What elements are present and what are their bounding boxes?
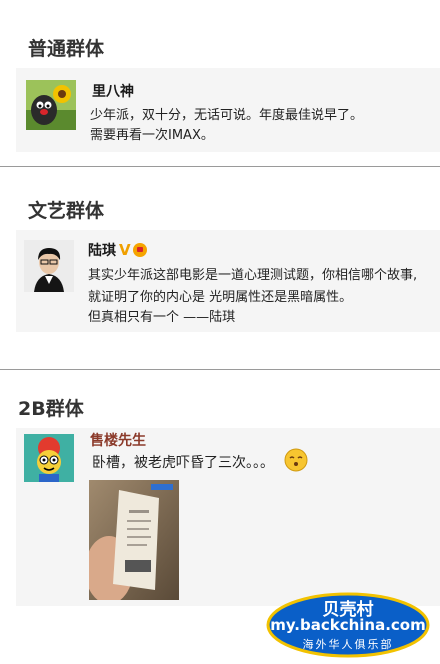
mole-cartoon-image — [26, 80, 76, 130]
receipt-photo-image — [89, 480, 179, 600]
verified-v-icon: V — [119, 241, 131, 259]
cartoon-face-image — [24, 434, 74, 482]
post-text-line: 其实少年派这部电影是一道心理测试题，你相信哪个故事, — [88, 268, 418, 283]
author-name[interactable]: 里八神 — [92, 81, 134, 101]
section-title-normal: 普通群体 — [28, 38, 105, 60]
post-card-2b: 售楼先生 卧槽，被老虎吓昏了三次。。。 — [16, 428, 440, 606]
section-title-2b: 2B群体 — [18, 398, 84, 420]
author-name[interactable]: 售楼先生 — [90, 430, 146, 450]
post-text-line: 但真相只有一个 ——陆琪 — [88, 310, 236, 325]
shy-face-icon — [284, 448, 308, 472]
crown-badge-icon — [132, 243, 147, 257]
section-title-literary: 文艺群体 — [28, 200, 105, 222]
post-text-line: 需要再看一次IMAX。 — [90, 128, 214, 143]
author-name[interactable]: 陆琪 V — [88, 240, 147, 260]
portrait-image — [24, 240, 74, 292]
post-card-literary: 陆琪 V 其实少年派这部电影是一道心理测试题，你相信哪个故事, 就证明了你的内心是… — [16, 230, 440, 332]
avatar-luqi[interactable] — [24, 240, 74, 292]
avatar-mole[interactable] — [26, 80, 76, 130]
section-divider — [0, 369, 440, 370]
post-text-line: 就证明了你的内心是 光明属性还是黑暗属性。 — [88, 290, 353, 305]
backchina-watermark: 贝壳村 my.backchina.com 海外华人俱乐部 — [266, 592, 430, 658]
post-text: 卧槽，被老虎吓昏了三次。。。 — [92, 455, 274, 471]
receipt-photo[interactable] — [89, 480, 179, 600]
author-name-text[interactable]: 陆琪 — [88, 243, 116, 259]
post-text-line: 卧槽，被老虎吓昏了三次。。。 — [92, 452, 274, 472]
post-card-normal: 里八神 少年派，双十分，无话可说。年度最佳说早了。 需要再看一次IMAX。 — [16, 68, 440, 152]
section-divider — [0, 166, 440, 167]
watermark-subtitle: 海外华人俱乐部 — [302, 638, 394, 651]
watermark-url: my.backchina.com — [270, 616, 426, 634]
avatar-cartoon[interactable] — [24, 434, 74, 482]
post-text-line: 少年派，双十分，无话可说。年度最佳说早了。 — [90, 108, 364, 123]
